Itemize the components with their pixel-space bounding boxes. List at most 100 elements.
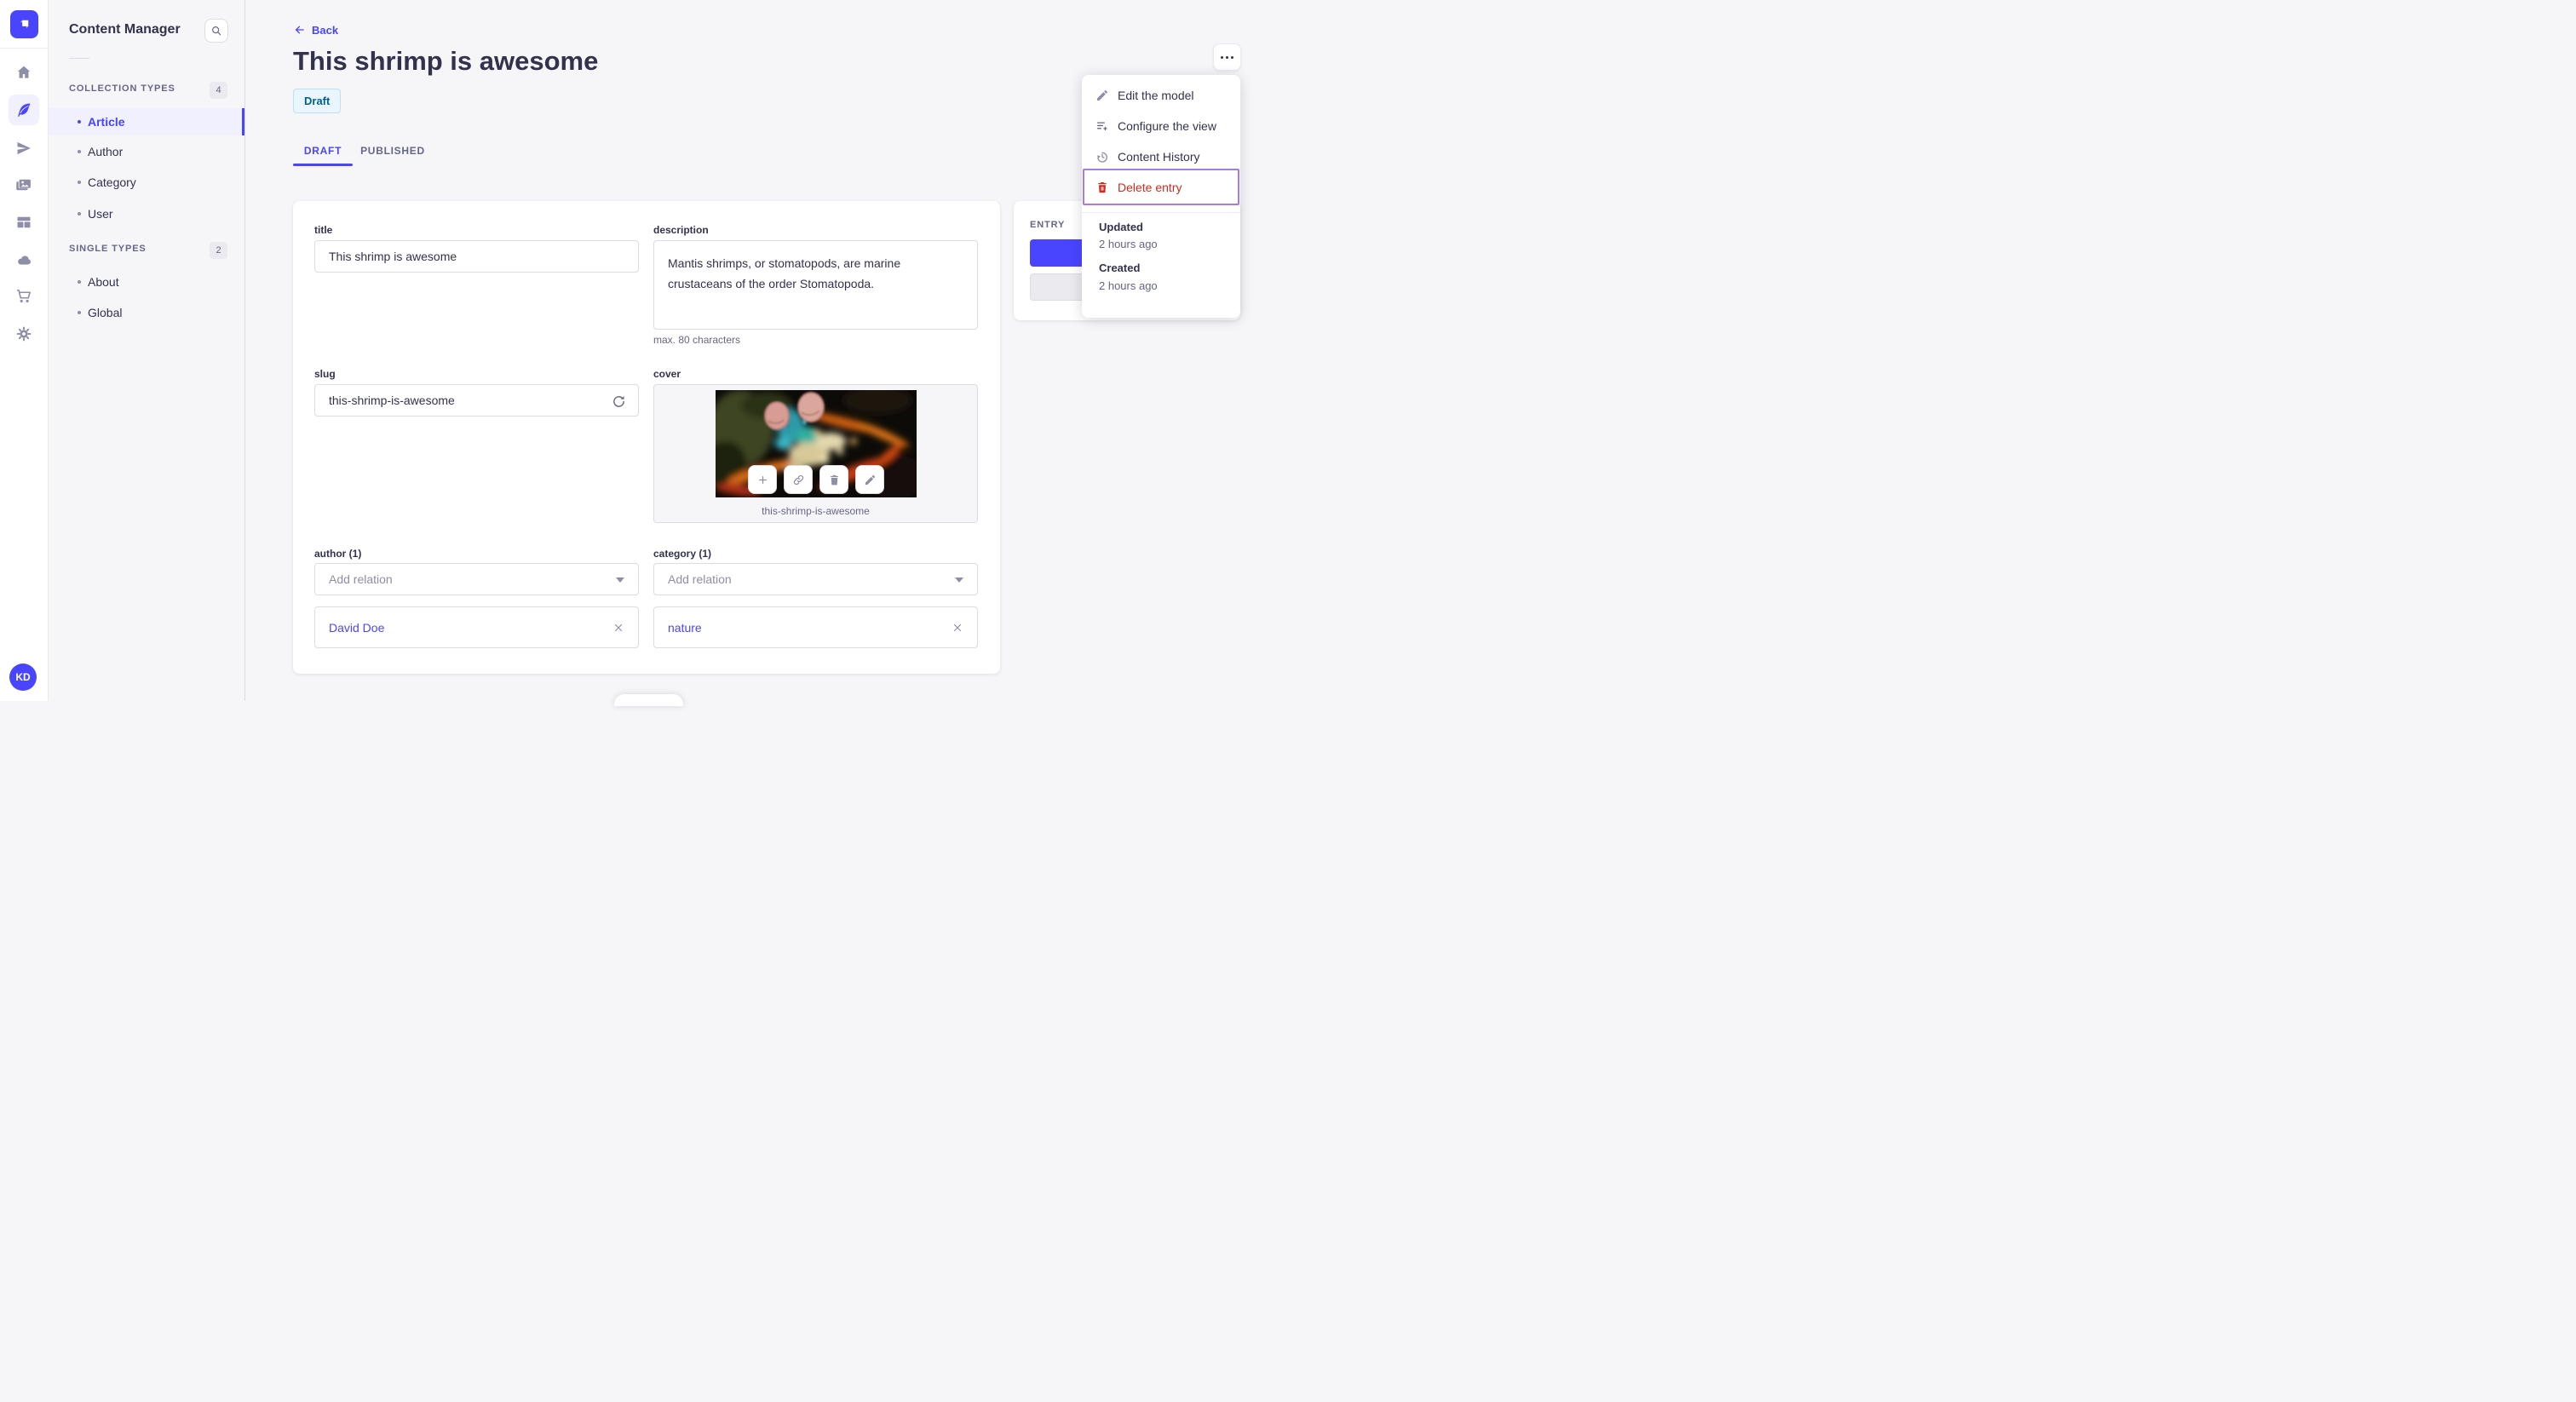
dot-icon bbox=[1226, 55, 1228, 59]
status-badge: Draft bbox=[293, 89, 342, 113]
category-relation-combobox[interactable]: Add relation bbox=[653, 563, 978, 595]
sidebar-item-about[interactable]: About bbox=[49, 268, 244, 296]
chevron-down-icon bbox=[616, 577, 624, 583]
sidebar-item-label: Article bbox=[88, 115, 125, 129]
cover-caption: this-shrimp-is-awesome bbox=[762, 505, 870, 517]
back-label: Back bbox=[312, 23, 339, 37]
back-link[interactable]: Back bbox=[293, 23, 338, 37]
sidebar-divider bbox=[69, 58, 89, 59]
menu-item-delete-entry[interactable]: Delete entry bbox=[1083, 169, 1239, 205]
menu-item-edit-model[interactable]: Edit the model bbox=[1082, 80, 1240, 111]
configure-list-icon bbox=[1095, 119, 1109, 133]
bullet-icon bbox=[78, 150, 81, 153]
media-library-nav-button[interactable] bbox=[9, 170, 39, 200]
trash-icon bbox=[830, 474, 838, 485]
bottom-floating-bar[interactable] bbox=[614, 694, 683, 706]
slug-field-label: slug bbox=[314, 368, 336, 380]
category-field-label: category (1) bbox=[653, 548, 712, 560]
pencil-icon bbox=[865, 474, 875, 485]
sidebar-item-category[interactable]: Category bbox=[49, 169, 244, 196]
description-textarea[interactable]: Mantis shrimps, or stomatopods, are mari… bbox=[653, 240, 978, 330]
pencil-icon bbox=[1095, 89, 1109, 102]
gear-icon bbox=[16, 326, 32, 342]
bullet-icon bbox=[78, 181, 81, 184]
single-types-count-badge: 2 bbox=[210, 242, 227, 259]
home-nav-button[interactable] bbox=[9, 57, 39, 88]
regenerate-slug-button[interactable] bbox=[609, 392, 628, 411]
author-relation-item: David Doe bbox=[314, 606, 639, 648]
sidebar-item-global[interactable]: Global bbox=[49, 299, 244, 326]
search-button[interactable] bbox=[204, 19, 228, 43]
remove-relation-button[interactable] bbox=[609, 618, 628, 637]
title-input[interactable]: This shrimp is awesome bbox=[314, 240, 639, 273]
more-actions-menu: Edit the model Configure the view Conten… bbox=[1082, 75, 1240, 318]
combobox-placeholder: Add relation bbox=[329, 572, 393, 586]
link-icon bbox=[793, 474, 803, 485]
add-asset-button[interactable] bbox=[748, 465, 777, 494]
bullet-icon bbox=[78, 280, 81, 284]
chevron-down-icon bbox=[955, 577, 963, 583]
strapi-logo[interactable] bbox=[10, 10, 38, 38]
content-manager-nav-button[interactable] bbox=[9, 95, 39, 125]
edit-asset-button[interactable] bbox=[855, 465, 884, 494]
cloud-nav-button[interactable] bbox=[9, 244, 39, 275]
more-actions-button[interactable] bbox=[1213, 43, 1241, 71]
tab-label: DRAFT bbox=[303, 145, 342, 157]
menu-item-configure-view[interactable]: Configure the view bbox=[1082, 111, 1240, 141]
tab-published[interactable]: PUBLISHED bbox=[353, 136, 433, 165]
releases-nav-button[interactable] bbox=[9, 133, 39, 164]
author-relation-combobox[interactable]: Add relation bbox=[314, 563, 639, 595]
search-icon bbox=[212, 26, 221, 36]
release-icon bbox=[17, 141, 31, 155]
settings-nav-button[interactable] bbox=[9, 319, 39, 349]
relation-link[interactable]: nature bbox=[668, 621, 702, 635]
trash-icon bbox=[1095, 181, 1109, 194]
user-avatar[interactable]: KD bbox=[9, 664, 37, 691]
nav-rail: KD bbox=[0, 0, 49, 701]
description-field-label: description bbox=[653, 224, 709, 236]
marketplace-nav-button[interactable] bbox=[9, 281, 39, 312]
remove-relation-button[interactable] bbox=[948, 618, 967, 637]
active-tab-indicator bbox=[293, 164, 353, 166]
single-types-heading: SINGLE TYPES bbox=[69, 244, 147, 254]
bullet-icon bbox=[78, 212, 81, 215]
delete-asset-button[interactable] bbox=[819, 465, 848, 494]
sidebar-title: Content Manager bbox=[69, 22, 181, 37]
content-manager-sidebar: Content Manager COLLECTION TYPES 4 Artic… bbox=[49, 0, 245, 701]
sidebar-item-article[interactable]: Article bbox=[49, 108, 244, 135]
created-value: 2 hours ago bbox=[1099, 279, 1158, 292]
tab-draft[interactable]: DRAFT bbox=[293, 136, 353, 165]
cover-actions-toolbar bbox=[748, 465, 884, 494]
cover-field-box: this-shrimp-is-awesome bbox=[653, 384, 978, 523]
menu-item-content-history[interactable]: Content History bbox=[1082, 141, 1240, 172]
copy-link-button[interactable] bbox=[784, 465, 813, 494]
menu-item-label: Delete entry bbox=[1118, 180, 1182, 194]
dot-icon bbox=[1221, 55, 1223, 59]
home-icon bbox=[17, 66, 31, 78]
category-relation-item: nature bbox=[653, 606, 978, 648]
cover-field-label: cover bbox=[653, 368, 681, 380]
page-title: This shrimp is awesome bbox=[293, 46, 599, 76]
sidebar-item-author[interactable]: Author bbox=[49, 138, 244, 165]
entry-form-card: title This shrimp is awesome description… bbox=[293, 201, 1000, 674]
refresh-icon bbox=[612, 395, 624, 407]
updated-value: 2 hours ago bbox=[1099, 238, 1158, 250]
relation-link[interactable]: David Doe bbox=[329, 621, 384, 635]
description-helper-text: max. 80 characters bbox=[653, 334, 741, 346]
collection-types-count-badge: 4 bbox=[210, 82, 227, 99]
sidebar-item-label: About bbox=[88, 275, 119, 289]
updated-label: Updated bbox=[1099, 221, 1143, 233]
close-icon bbox=[953, 623, 962, 631]
dot-icon bbox=[1231, 55, 1233, 59]
layout-nav-button[interactable] bbox=[9, 207, 39, 238]
sidebar-item-user[interactable]: User bbox=[49, 200, 244, 227]
bullet-icon bbox=[78, 120, 81, 124]
created-label: Created bbox=[1099, 261, 1141, 274]
sidebar-item-label: Category bbox=[88, 175, 136, 189]
title-field-label: title bbox=[314, 224, 333, 236]
slug-input[interactable]: this-shrimp-is-awesome bbox=[314, 384, 639, 417]
plus-icon bbox=[758, 475, 767, 484]
arrow-left-icon bbox=[295, 26, 304, 34]
sidebar-item-label: Author bbox=[88, 145, 124, 158]
rail-divider bbox=[0, 48, 48, 49]
